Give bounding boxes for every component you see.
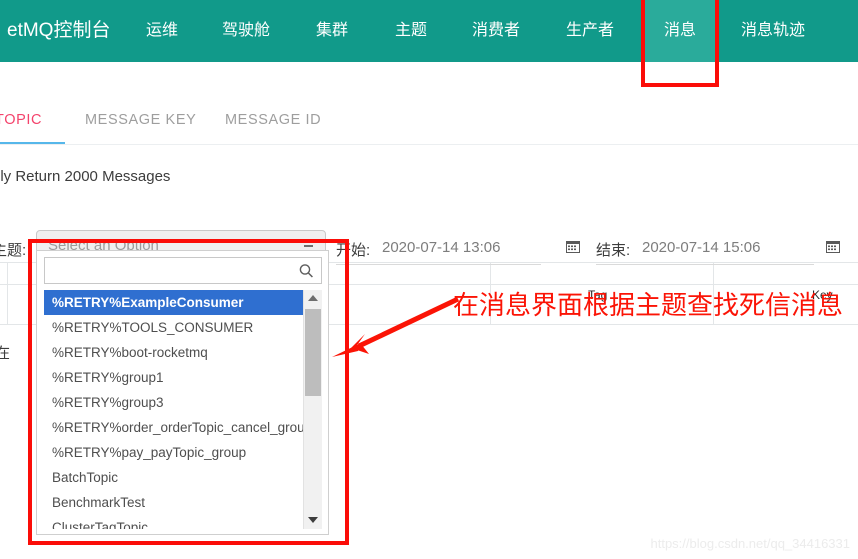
annotation-label: 在消息界面根据主题查找死信消息 bbox=[453, 290, 844, 320]
end-date-value[interactable]: 2020-07-14 15:06 bbox=[642, 239, 760, 256]
tab-message-id[interactable]: MESSAGE ID bbox=[225, 96, 335, 144]
nav-item-consumer[interactable]: 消费者 bbox=[459, 0, 533, 62]
nav-item-message-trace[interactable]: 消息轨迹 bbox=[727, 0, 819, 62]
sub-tab-bar: TOPIC MESSAGE KEY MESSAGE ID bbox=[0, 96, 858, 145]
return-limit-notice: nly Return 2000 Messages bbox=[0, 168, 171, 185]
app-root: etMQ控制台 运维 驾驶舱 集群 主题 消费者 生产者 消息 消息轨迹 TOP… bbox=[0, 0, 858, 559]
begin-date-underline bbox=[336, 264, 541, 265]
annotation-box-message-tab bbox=[641, 0, 719, 87]
subtabs-divider bbox=[0, 144, 858, 145]
calendar-icon-end[interactable] bbox=[826, 239, 840, 259]
tab-message-key[interactable]: MESSAGE KEY bbox=[85, 96, 205, 144]
left-cropped-text: 字在 bbox=[0, 345, 11, 362]
end-date-underline bbox=[596, 264, 814, 265]
annotation-box-topic-dropdown bbox=[28, 239, 349, 545]
watermark-text: https://blog.csdn.net/qq_34416331 bbox=[650, 536, 851, 551]
brand-title[interactable]: etMQ控制台 bbox=[0, 0, 124, 62]
annotation-arrow-icon bbox=[325, 296, 465, 373]
begin-date-value[interactable]: 2020-07-14 13:06 bbox=[382, 239, 500, 256]
nav-item-topic[interactable]: 主题 bbox=[382, 0, 440, 62]
tab-topic[interactable]: TOPIC bbox=[0, 96, 65, 144]
calendar-icon-begin[interactable] bbox=[566, 239, 580, 259]
topic-field-label: 主题: bbox=[0, 242, 27, 259]
nav-item-dashboard[interactable]: 驾驶舱 bbox=[210, 0, 282, 62]
nav-item-cluster[interactable]: 集群 bbox=[303, 0, 361, 62]
end-field-label: 结束: bbox=[596, 242, 631, 259]
nav-item-ops[interactable]: 运维 bbox=[133, 0, 191, 62]
top-navbar: etMQ控制台 运维 驾驶舱 集群 主题 消费者 生产者 消息 消息轨迹 bbox=[0, 0, 858, 62]
nav-item-producer[interactable]: 生产者 bbox=[553, 0, 627, 62]
table-col-divider-0 bbox=[7, 262, 8, 324]
tab-topic-label: TOPIC bbox=[0, 112, 43, 128]
